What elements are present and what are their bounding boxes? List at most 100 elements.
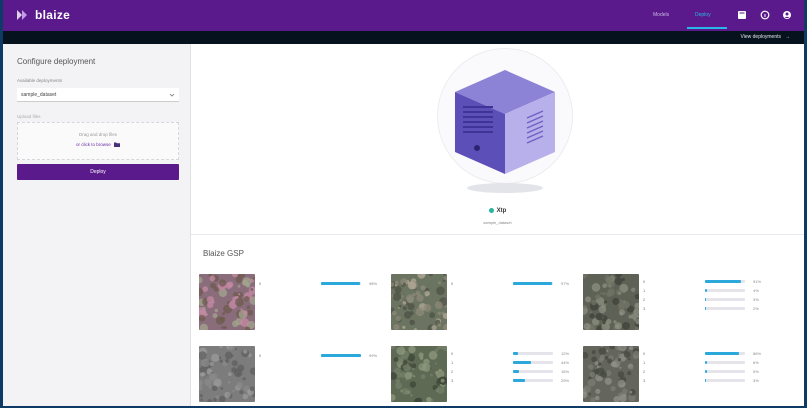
confidence-percent: 6%	[753, 360, 759, 365]
result-thumbnail[interactable]	[199, 274, 255, 330]
chevron-down-icon	[169, 93, 175, 97]
confidence-bar-fill	[705, 379, 707, 382]
upload-label: Upload files	[17, 114, 41, 119]
confidence-bar-fill	[705, 280, 742, 283]
confidence-percent: 2%	[753, 306, 759, 311]
confidence-bar	[705, 352, 745, 355]
logo[interactable]: blaize	[15, 8, 70, 22]
view-deployments-link[interactable]: View deployments →	[741, 34, 791, 40]
confidence-bar-fill	[513, 282, 552, 285]
confidence-percent: 98%	[369, 281, 378, 286]
confidence-bar-fill	[513, 370, 519, 373]
confidence-percent: 3%	[753, 297, 759, 302]
result-thumbnail[interactable]	[391, 346, 447, 402]
top-navigation-bar: blaize Models Deploy	[3, 0, 804, 31]
confidence-bar-fill	[705, 307, 706, 310]
confidence-bar	[513, 370, 553, 373]
confidence-bar-fill	[705, 370, 707, 373]
result-class-index: 1	[643, 288, 646, 293]
result-class-index: 1	[643, 360, 646, 365]
confidence-percent: 86%	[753, 351, 762, 356]
result-thumbnail[interactable]	[199, 346, 255, 402]
confidence-bar	[513, 282, 553, 285]
confidence-percent: 97%	[561, 281, 570, 286]
confidence-bar-fill	[513, 379, 525, 382]
result-class-index: 3	[643, 378, 646, 383]
confidence-bar	[705, 280, 745, 283]
result-class-index: 1	[451, 360, 454, 365]
confidence-bar	[705, 307, 745, 310]
browse-link[interactable]: or click to browse	[76, 142, 111, 147]
dropzone-text: Drag and drop files	[78, 132, 118, 137]
results-section-title: Blaize GSP	[203, 249, 244, 258]
result-thumbnail[interactable]	[391, 274, 447, 330]
result-class-index: 3	[643, 306, 646, 311]
confidence-bar	[705, 289, 745, 292]
info-icon[interactable]	[760, 10, 770, 20]
folder-icon	[114, 142, 121, 148]
app-name: blaize	[35, 8, 71, 22]
result-class-index: 0	[643, 279, 646, 284]
confidence-bar-fill	[705, 289, 707, 292]
device-status: Xtp	[191, 208, 804, 214]
confidence-bar	[705, 298, 745, 301]
sidebar-title: Configure deployment	[17, 57, 96, 66]
confidence-bar	[513, 379, 553, 382]
section-divider	[191, 234, 804, 235]
confidence-percent: 4%	[753, 288, 759, 293]
device-subtitle: sample_dataset	[483, 220, 512, 225]
confidence-bar-fill	[321, 282, 361, 285]
result-class-index: 2	[451, 369, 454, 374]
result-class-index: 2	[643, 369, 646, 374]
nav-deploy[interactable]: Deploy	[695, 12, 711, 18]
confidence-bar	[321, 354, 361, 357]
confidence-bar-fill	[705, 352, 740, 355]
confidence-bar-fill	[705, 361, 708, 364]
result-class-index: 0	[451, 281, 454, 286]
confidence-percent: 44%	[561, 360, 570, 365]
confidence-percent: 29%	[561, 378, 570, 383]
confidence-bar	[705, 379, 745, 382]
arrow-right-icon: →	[785, 34, 790, 40]
result-class-index: 3	[451, 378, 454, 383]
confidence-bar	[705, 370, 745, 373]
confidence-bar	[705, 361, 745, 364]
result-class-index: 0	[451, 351, 454, 356]
browse-link-row[interactable]: or click to browse	[18, 142, 178, 148]
active-nav-indicator	[687, 27, 727, 29]
configure-sidebar: Configure deployment Available deploymen…	[3, 44, 191, 406]
main-panel: Xtp sample_dataset Blaize GSP 0 98% 0 97% 0 9…	[191, 44, 804, 406]
device-name: Xtp	[496, 208, 507, 215]
confidence-percent: 5%	[753, 369, 759, 374]
confidence-percent: 91%	[753, 279, 762, 284]
result-class-index: 2	[643, 297, 646, 302]
file-dropzone[interactable]: Drag and drop files or click to browse	[17, 122, 179, 160]
confidence-percent: 99%	[369, 353, 378, 358]
app-window: blaize Models Deploy View deployments → …	[0, 0, 807, 408]
result-thumbnail[interactable]	[583, 346, 639, 402]
result-thumbnail[interactable]	[583, 274, 639, 330]
confidence-bar-fill	[705, 298, 707, 301]
deployment-select-label: Available deployments	[17, 78, 62, 83]
confidence-bar-fill	[513, 361, 531, 364]
confidence-percent: 15%	[561, 369, 570, 374]
result-class-index: 0	[259, 281, 262, 286]
grid-icon[interactable]	[737, 10, 747, 20]
confidence-bar	[513, 352, 553, 355]
status-online-icon	[488, 208, 494, 213]
nav-models[interactable]: Models	[653, 12, 669, 18]
device-cube-icon	[455, 70, 555, 193]
result-class-index: 0	[259, 353, 262, 358]
confidence-percent: 3%	[753, 378, 759, 383]
confidence-bar-fill	[513, 352, 518, 355]
account-icon[interactable]	[782, 10, 792, 20]
deployment-select-value: sample_dataset	[21, 92, 57, 98]
confidence-bar-fill	[321, 354, 361, 357]
deploy-button[interactable]: Deploy	[17, 164, 179, 180]
confidence-bar	[513, 361, 553, 364]
blaize-logo-icon	[17, 10, 27, 20]
confidence-percent: 12%	[561, 351, 570, 356]
view-deployments-label: View deployments	[740, 34, 782, 40]
deployment-select[interactable]: sample_dataset	[17, 88, 179, 102]
confidence-bar	[321, 282, 361, 285]
